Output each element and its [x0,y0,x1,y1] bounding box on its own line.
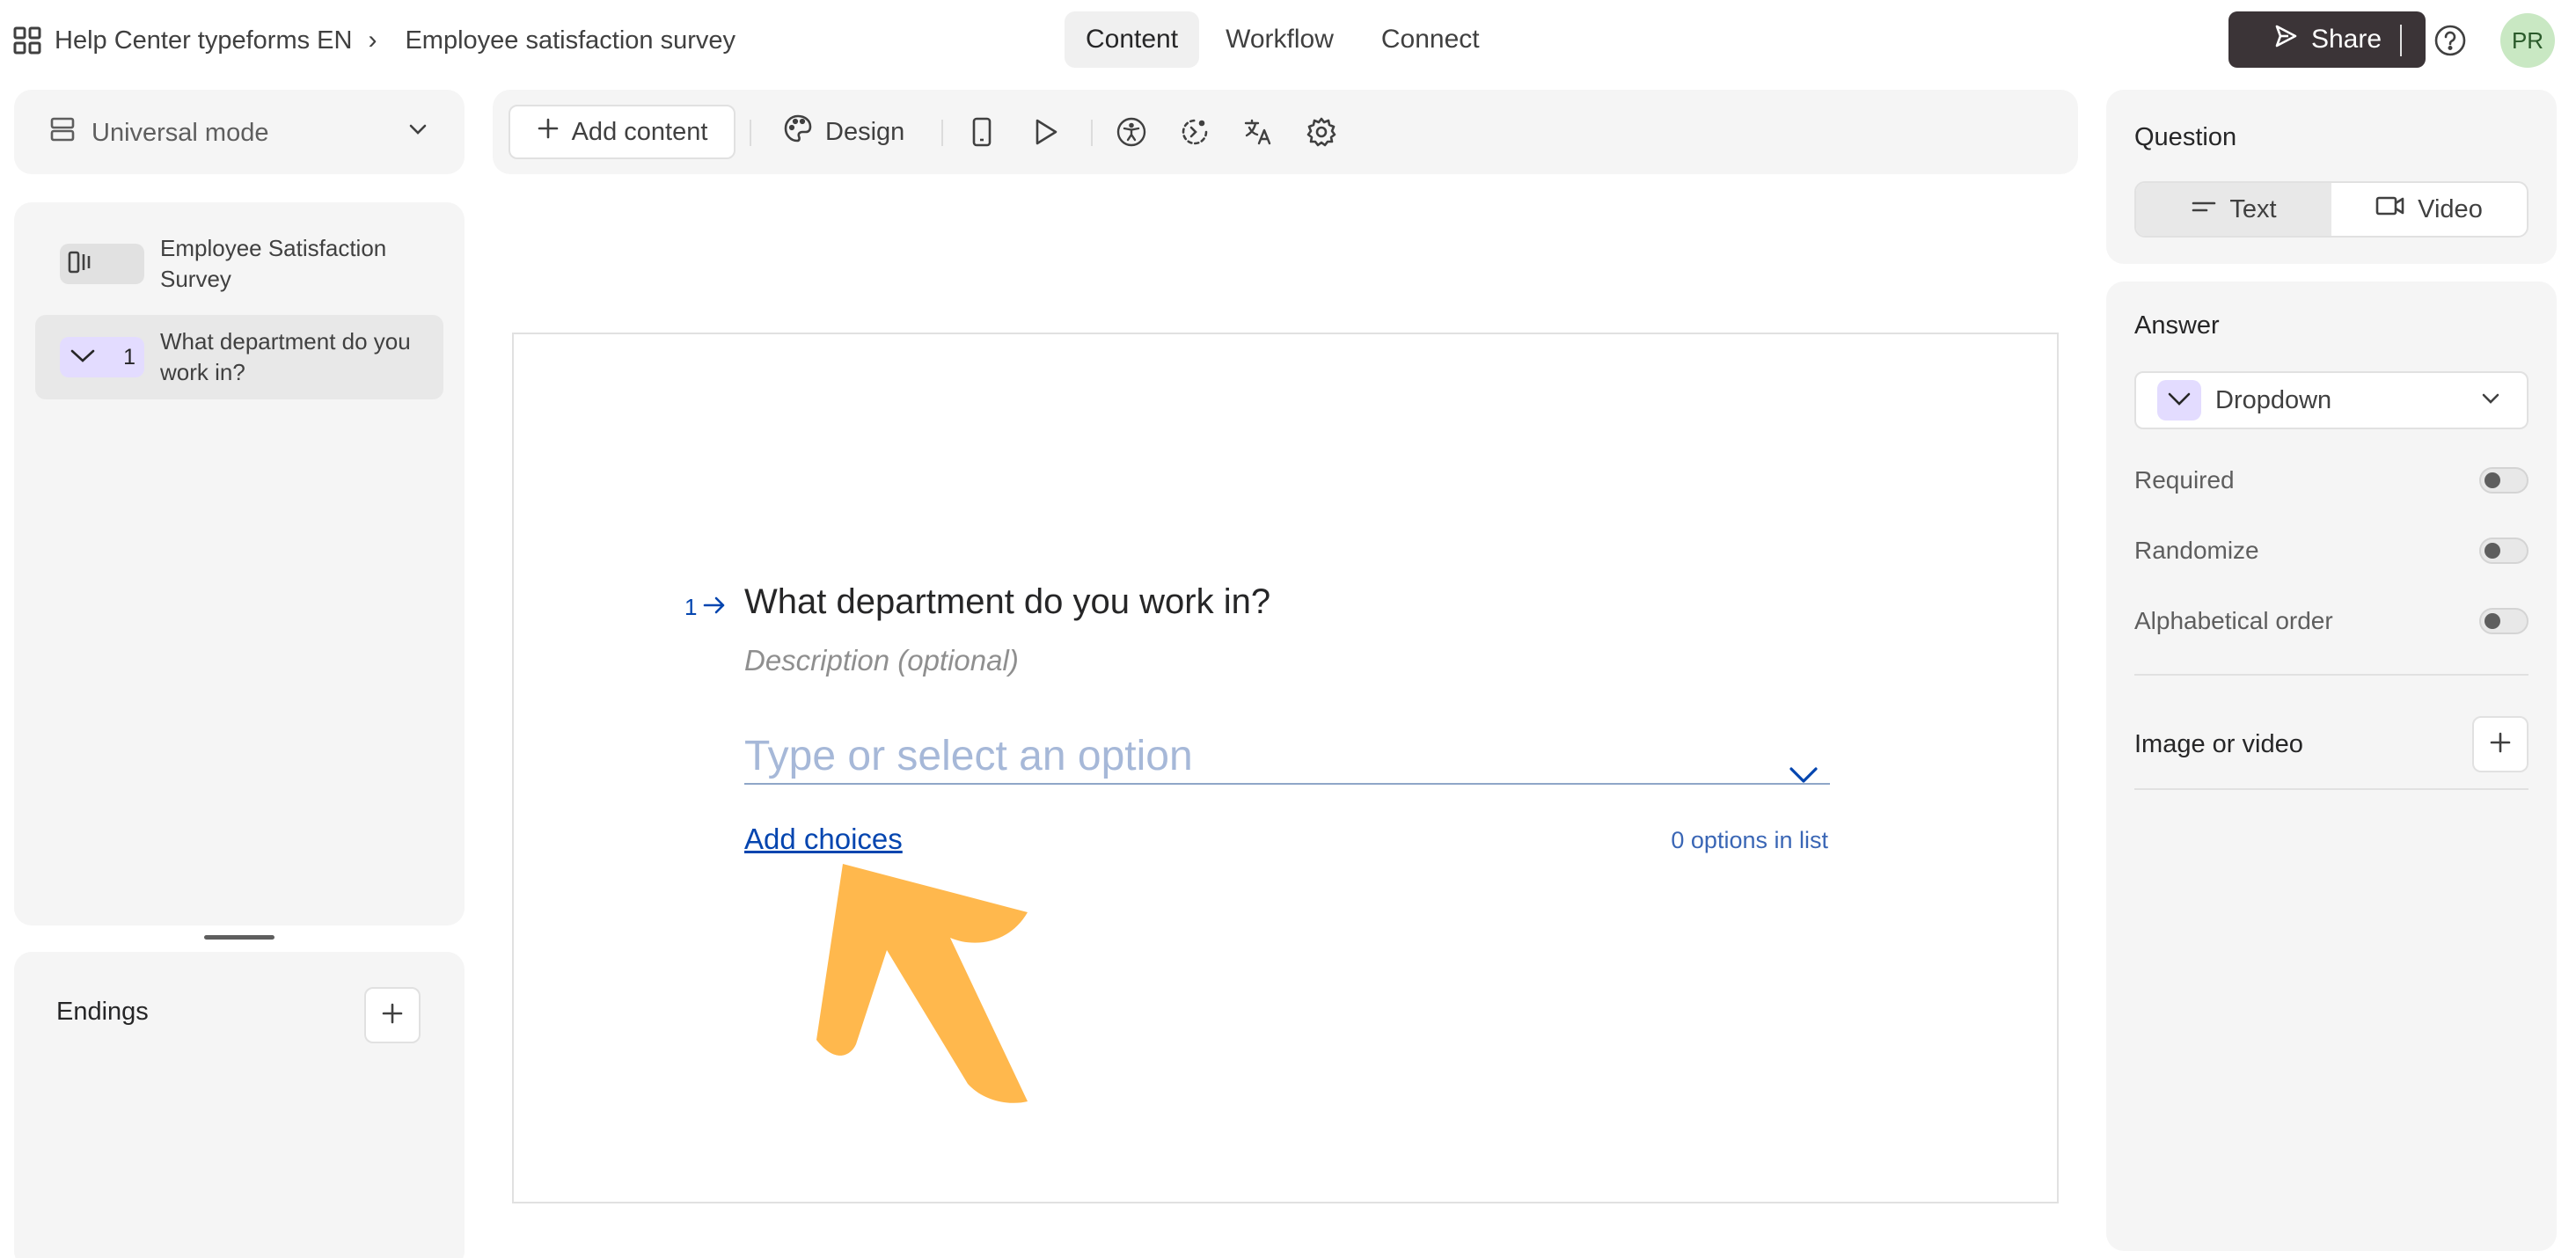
translate-icon[interactable] [1240,114,1276,150]
layout-mode-icon [49,116,76,150]
question-title[interactable]: What department do you work in? [744,582,1270,622]
question-type-text[interactable]: Text [2136,183,2331,236]
setting-alphabetical-order: Alphabetical order [2134,603,2528,639]
mobile-preview-icon[interactable] [964,114,999,150]
apps-grid-icon[interactable] [12,26,42,55]
question-number: 1 [123,344,135,369]
design-button[interactable]: Design [783,105,904,159]
breadcrumb-form-name[interactable]: Employee satisfaction survey [405,26,735,55]
dropdown-answer-field[interactable]: Type or select an option [744,732,1830,785]
question-settings-title: Question [2134,123,2237,151]
form-preview-canvas: 1 What department do you work in? Descri… [512,333,2059,1203]
chevron-down-icon [2166,389,2192,413]
logic-icon[interactable] [1177,114,1212,150]
plus-icon [381,1002,404,1029]
header-divider [2400,25,2402,56]
breadcrumb-workspace[interactable]: Help Center typeforms EN [55,26,352,55]
options-count: 0 options in list [1671,827,1828,853]
answer-settings-panel: Answer Dropdown Required Randomize Alpha… [2106,282,2557,1251]
answer-type-label: Dropdown [2215,385,2332,414]
question-type-text-label: Text [2229,194,2277,223]
accessibility-icon[interactable] [1114,114,1149,150]
setting-required: Required [2134,463,2528,498]
sidebar-item-welcome-screen[interactable]: Employee Satisfaction Survey [35,222,443,306]
video-camera-icon [2375,194,2405,224]
toolbar-divider [750,120,751,146]
setting-randomize: Randomize [2134,533,2528,568]
share-button[interactable]: Share [2228,11,2426,68]
arrow-right-icon [702,594,727,621]
chevron-down-icon [69,344,97,371]
toolbar-divider [941,120,943,146]
help-icon[interactable] [2433,24,2467,57]
answer-type-select[interactable]: Dropdown [2134,371,2528,429]
question-type-video-label: Video [2418,194,2483,223]
welcome-screen-icon [67,249,97,280]
breadcrumb: Help Center typeforms EN › Employee sati… [12,23,735,58]
required-toggle[interactable] [2479,467,2528,494]
endings-title: Endings [56,998,149,1026]
welcome-screen-badge [60,244,144,284]
setting-required-label: Required [2134,466,2235,494]
add-content-label: Add content [571,117,708,146]
setting-alphabetical-label: Alphabetical order [2134,607,2333,634]
main-nav: Content Workflow Connect [1065,11,1501,68]
question-number: 1 [684,594,698,620]
breadcrumb-separator-icon: › [368,26,377,55]
question-number-indicator: 1 [684,594,727,621]
tab-connect[interactable]: Connect [1360,11,1501,68]
question-type-toggle: Text Video [2134,181,2528,238]
editor-toolbar: Add content Design [493,90,2078,174]
plus-icon [2489,731,2512,758]
play-icon[interactable] [1028,114,1063,150]
question-list-panel: Employee Satisfaction Survey 1 What depa… [14,202,465,925]
design-label: Design [825,117,905,146]
mode-label: Universal mode [91,118,269,147]
top-bar: Help Center typeforms EN › Employee sati… [0,0,2576,81]
randomize-toggle[interactable] [2479,538,2528,564]
settings-divider [2134,674,2528,676]
add-choices-link[interactable]: Add choices [744,823,903,856]
settings-icon[interactable] [1304,114,1339,150]
sidebar-item-label: What department do you work in? [160,328,411,385]
sidebar-item-question-1[interactable]: 1 What department do you work in? [35,315,443,399]
text-lines-icon [2191,195,2217,224]
image-or-video-label: Image or video [2134,729,2303,758]
chevron-down-icon [406,118,429,148]
chevron-down-icon [2479,387,2502,414]
image-or-video-row: Image or video [2134,716,2528,772]
avatar[interactable]: PR [2500,13,2555,68]
mode-selector-panel: Universal mode [14,90,465,174]
tab-content[interactable]: Content [1065,11,1200,68]
add-ending-button[interactable] [364,987,421,1043]
question-settings-panel: Question Text Video [2106,90,2557,264]
question-type-video[interactable]: Video [2331,183,2527,236]
setting-randomize-label: Randomize [2134,537,2259,564]
chevron-down-icon[interactable] [1788,748,1819,796]
alphabetical-order-toggle[interactable] [2479,608,2528,634]
mode-selector[interactable]: Universal mode [49,113,429,153]
answer-settings-title: Answer [2134,311,2220,340]
palette-icon [783,113,813,150]
add-media-button[interactable] [2472,716,2528,772]
dropdown-placeholder: Type or select an option [744,733,1193,779]
panel-resize-handle[interactable] [204,935,274,940]
sidebar-item-label: Employee Satisfaction Survey [160,235,387,292]
endings-panel: Endings [14,952,465,1258]
settings-divider [2134,788,2528,790]
share-label: Share [2310,25,2382,54]
send-icon [2272,23,2299,56]
plus-icon [537,117,560,147]
dropdown-type-badge [2157,380,2201,421]
tab-workflow[interactable]: Workflow [1204,11,1355,68]
toolbar-divider [1091,120,1093,146]
question-description[interactable]: Description (optional) [744,644,1019,677]
dropdown-question-badge: 1 [60,337,144,377]
annotation-arrow-icon [816,864,1028,1103]
add-content-button[interactable]: Add content [509,105,735,159]
